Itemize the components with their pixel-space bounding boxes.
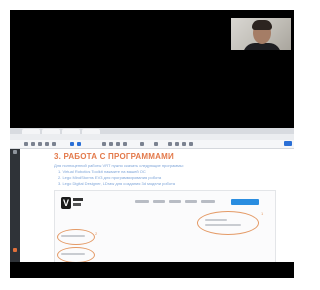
slide-intro-text: Для полноценной работы VRT нужно скачать… — [54, 163, 184, 168]
page-down-icon[interactable] — [77, 142, 81, 146]
sign-icon[interactable] — [189, 142, 193, 146]
list-item: 3. Lego Digital Designer, LDraw для созд… — [58, 181, 175, 186]
comment-icon[interactable] — [168, 142, 172, 146]
pen-icon[interactable] — [182, 142, 186, 146]
hand-icon[interactable] — [109, 142, 113, 146]
rotate-icon[interactable] — [154, 142, 158, 146]
embedded-website-screenshot: V 1 2 — [54, 190, 276, 262]
pdf-toolbar — [10, 140, 294, 149]
nav-item — [201, 200, 215, 203]
shared-screen: 3. РАБОТА С ПРОГРАММАМИ Для полноценной … — [10, 128, 294, 262]
page-up-icon[interactable] — [70, 142, 74, 146]
nav-item — [153, 200, 165, 203]
nav-item — [135, 200, 149, 203]
download-button — [231, 199, 259, 205]
slide-title: 3. РАБОТА С ПРОГРАММАМИ — [54, 152, 174, 161]
presenter-hair — [252, 20, 272, 30]
search-icon[interactable] — [52, 142, 56, 146]
annotation-circle — [197, 211, 259, 235]
annotation-number: 1 — [261, 211, 264, 216]
app-icon[interactable] — [13, 150, 17, 154]
print-icon[interactable] — [38, 142, 42, 146]
close-button[interactable] — [284, 141, 292, 146]
zoom-in-icon[interactable] — [123, 142, 127, 146]
annotation-number: 2 — [95, 231, 98, 236]
highlight-icon[interactable] — [175, 142, 179, 146]
video-frame: 3. РАБОТА С ПРОГРАММАМИ Для полноценной … — [10, 10, 294, 278]
zoom-out-icon[interactable] — [116, 142, 120, 146]
mail-icon[interactable] — [45, 142, 49, 146]
software-list: 1. Virtual Robotics Toolkit нажмите на в… — [58, 169, 175, 187]
cursor-icon[interactable] — [102, 142, 106, 146]
vrt-logo: V — [61, 197, 83, 209]
pdf-app-icon[interactable] — [13, 248, 17, 252]
annotation-circle — [57, 247, 95, 262]
home-icon[interactable] — [24, 142, 28, 146]
save-icon[interactable] — [31, 142, 35, 146]
nav-item — [169, 200, 181, 203]
nav-item — [185, 200, 197, 203]
fit-page-icon[interactable] — [140, 142, 144, 146]
webcam-thumbnail[interactable] — [231, 18, 291, 50]
annotation-circle — [57, 229, 95, 245]
presenter-shoulders — [243, 43, 281, 50]
